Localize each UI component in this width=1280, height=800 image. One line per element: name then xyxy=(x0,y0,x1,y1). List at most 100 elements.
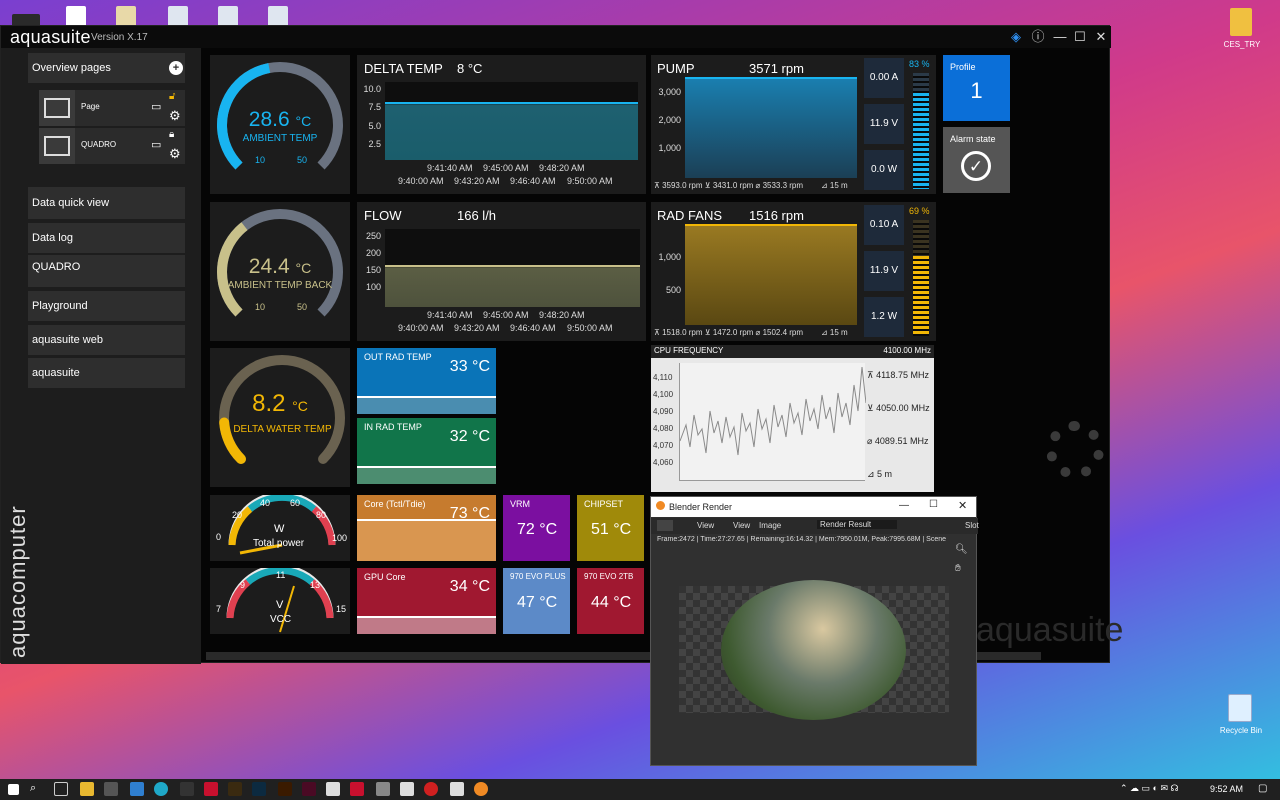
sensor-value: 44 °C xyxy=(591,594,632,611)
page-row[interactable]: Page ▭ 🔓︎ ⚙ xyxy=(39,90,185,126)
blender-toolbar: View View Image Render Result Slot xyxy=(651,518,979,534)
panel-value: 8 °C xyxy=(457,61,483,76)
y-tick: 3,000 xyxy=(658,87,681,97)
gauge-unit: W xyxy=(274,523,285,535)
gear-icon[interactable]: ⚙ xyxy=(169,146,181,162)
add-icon[interactable]: + xyxy=(169,61,183,75)
tick-label: 20 xyxy=(232,510,243,520)
notification-icon[interactable]: ▢ xyxy=(1258,783,1267,794)
search-icon[interactable]: ⌕ xyxy=(30,782,44,796)
sidebar-item-aquasuite[interactable]: aquasuite xyxy=(28,358,185,388)
sidebar-item-overview[interactable]: Overview pages + xyxy=(28,53,185,83)
pump-current: 0.00 A xyxy=(864,58,904,98)
tray-icons[interactable]: ⌃ ☁ ▭ ◐ ✉ ☊ xyxy=(1120,783,1179,794)
rad-fans-current: 0.10 A xyxy=(864,205,904,245)
sidebar-item-playground[interactable]: Playground xyxy=(28,291,185,321)
edge-icon[interactable] xyxy=(154,782,168,796)
photoshop-icon[interactable] xyxy=(252,782,266,796)
sidebar-item-quadro[interactable]: QUADRO xyxy=(28,255,185,287)
aquasuite-taskbar-icon[interactable] xyxy=(104,782,118,796)
app-icon[interactable] xyxy=(180,782,194,796)
tick-label: 15 xyxy=(336,604,347,614)
pump-power: 0.0 W xyxy=(864,150,904,190)
illustrator-icon[interactable] xyxy=(278,782,292,796)
zoom-icon[interactable]: 🔍︎ xyxy=(955,544,968,555)
sensor-title: 970 EVO PLUS xyxy=(510,572,566,581)
file-explorer-icon[interactable] xyxy=(80,782,94,796)
blender-taskbar-icon[interactable] xyxy=(474,782,488,796)
tick-label: 9 xyxy=(240,580,246,590)
profile-tile[interactable]: Profile 1 xyxy=(943,55,1010,121)
watermark: aquasuite xyxy=(976,611,1124,649)
app-icon[interactable] xyxy=(130,782,144,796)
title-bar: aquasuite Version X.17 ◈ ⓘ — ☐ ✕ xyxy=(1,26,1111,48)
sidebar-item-label: Data quick view xyxy=(32,197,110,209)
app-icon[interactable] xyxy=(450,782,464,796)
y-tick: 2,000 xyxy=(658,115,681,125)
app-icon[interactable] xyxy=(376,782,390,796)
render-image xyxy=(679,580,949,720)
cpu-span: ⊿ 5 m xyxy=(867,469,893,479)
app-icon[interactable] xyxy=(424,782,438,796)
desktop-label: Recycle Bin xyxy=(1219,726,1263,735)
folder-icon[interactable] xyxy=(1230,8,1252,36)
layers-icon[interactable]: ◈ xyxy=(1007,28,1025,46)
sensor-value: 51 °C xyxy=(591,521,632,538)
lock-icon[interactable]: 🔓︎ xyxy=(169,91,175,102)
editor-type-icon[interactable] xyxy=(657,520,673,531)
close-icon[interactable]: ✕ xyxy=(958,499,967,512)
blender-render-window: Blender Render — ☐ ✕ View View Image Ren… xyxy=(650,496,979,766)
sidebar-item-label: aquasuite web xyxy=(32,334,103,346)
maximize-icon[interactable]: ☐ xyxy=(1071,28,1089,46)
bridge-icon[interactable] xyxy=(228,782,242,796)
sensor-value: 33 °C xyxy=(449,358,490,375)
task-view-icon[interactable] xyxy=(54,782,68,796)
close-icon[interactable]: ✕ xyxy=(1092,28,1110,46)
image-menu[interactable]: Image xyxy=(759,521,781,530)
render-preview xyxy=(721,580,906,720)
hand-icon[interactable]: ✋︎ xyxy=(955,563,961,574)
sidebar-item-data-quick-view[interactable]: Data quick view xyxy=(28,187,185,219)
app-icon[interactable] xyxy=(326,782,340,796)
app-icon[interactable] xyxy=(350,782,364,796)
maximize-icon[interactable]: ☐ xyxy=(929,499,938,510)
monitor-icon[interactable]: ▭ xyxy=(151,138,161,151)
acrobat-icon[interactable] xyxy=(204,782,218,796)
windows-start-icon[interactable] xyxy=(8,784,19,795)
page-row[interactable]: QUADRO ▭ 🔒︎ ⚙ xyxy=(39,128,185,164)
gauge-ambient-temp: 28.6 °C AMBIENT TEMP 10 50 xyxy=(210,55,350,194)
y-tick: 7.5 xyxy=(368,102,381,112)
indesign-icon[interactable] xyxy=(302,782,316,796)
view-menu-2[interactable]: View xyxy=(733,521,750,530)
panel-value: 1516 rpm xyxy=(749,208,804,223)
profile-value: 1 xyxy=(970,78,983,103)
sensor-title: IN RAD TEMP xyxy=(364,422,422,432)
y-tick: 5.0 xyxy=(368,121,381,131)
evo-2tb-tile: 970 EVO 2TB 44 °C xyxy=(577,568,644,634)
y-tick: 4,090 xyxy=(653,407,674,416)
slot-menu[interactable]: Slot xyxy=(965,521,979,530)
gear-icon[interactable]: ⚙ xyxy=(169,108,181,124)
sidebar-item-aquasuite-web[interactable]: aquasuite web xyxy=(28,325,185,355)
recycle-bin-icon[interactable] xyxy=(1228,694,1252,722)
rad-fans-percent: 69 % xyxy=(909,206,930,216)
panel-title: RAD FANS xyxy=(657,208,723,223)
monitor-icon[interactable]: ▭ xyxy=(151,100,161,113)
rad-fans-level-bar xyxy=(913,220,929,336)
view-menu[interactable]: View xyxy=(697,521,714,530)
clock[interactable]: 9:52 AM xyxy=(1210,784,1243,794)
render-result-field[interactable]: Render Result xyxy=(817,520,897,529)
y-tick: 150 xyxy=(365,265,381,275)
gauge-value: 28.6 °C xyxy=(210,108,350,132)
minimize-icon[interactable]: — xyxy=(899,500,909,511)
title-bar: Blender Render — ☐ ✕ xyxy=(651,497,976,517)
sidebar-item-data-log[interactable]: Data log xyxy=(28,223,185,253)
app-icon[interactable] xyxy=(400,782,414,796)
info-icon[interactable]: ⓘ xyxy=(1029,28,1047,46)
tick-label: 13 xyxy=(310,580,321,590)
panel-value: 166 l/h xyxy=(457,208,497,223)
alarm-tile[interactable]: Alarm state ✓ xyxy=(943,127,1010,193)
lock-icon[interactable]: 🔒︎ xyxy=(169,129,174,140)
sidebar-item-label: Playground xyxy=(32,300,88,312)
minimize-icon[interactable]: — xyxy=(1051,28,1069,46)
